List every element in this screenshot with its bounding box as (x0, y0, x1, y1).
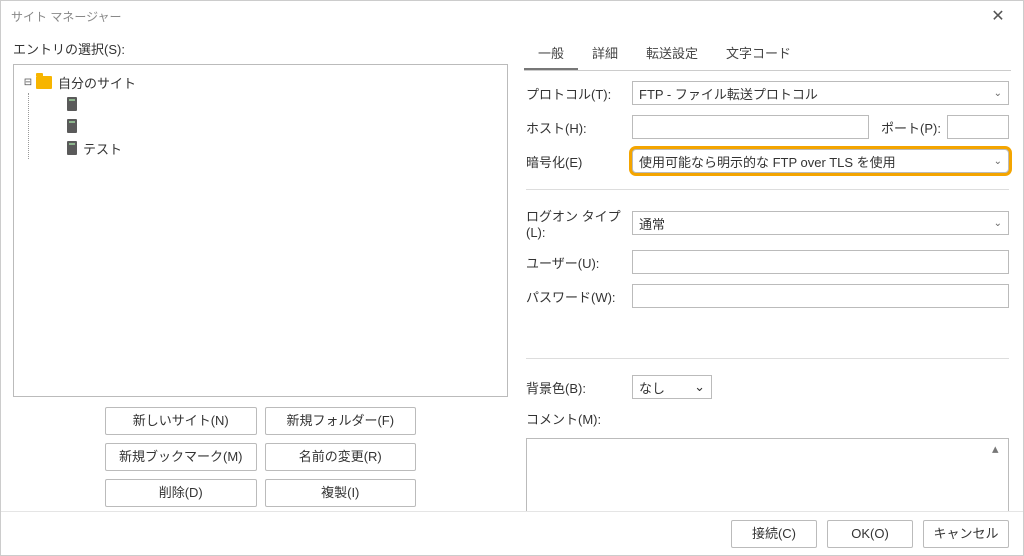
folder-icon (36, 76, 52, 89)
comment-label: コメント(M): (526, 409, 626, 428)
tree-children: テスト (28, 93, 503, 159)
close-icon[interactable]: ✕ (983, 6, 1013, 26)
tree-item[interactable] (29, 115, 503, 137)
new-site-button[interactable]: 新しいサイト(N) (105, 407, 257, 435)
new-bookmark-button[interactable]: 新規ブックマーク(M) (105, 443, 257, 471)
comment-textarea[interactable]: ▴ ▾ (526, 438, 1009, 511)
tabs: 一般 詳細 転送設定 文字コード (524, 37, 1011, 71)
tree-item[interactable]: テスト (29, 137, 503, 159)
server-icon (67, 141, 77, 155)
encryption-label: 暗号化(E) (526, 152, 626, 171)
right-panel: 一般 詳細 転送設定 文字コード プロトコル(T): FTP - ファイル転送プ… (524, 37, 1011, 507)
entry-select-label: エントリの選択(S): (13, 39, 508, 58)
tab-general[interactable]: 一般 (524, 37, 578, 70)
entry-buttons: 新しいサイト(N) 新規フォルダー(F) 新規ブックマーク(M) 名前の変更(R… (13, 397, 508, 507)
site-manager-window: サイト マネージャー ✕ エントリの選択(S): ⊟ 自分のサイト (0, 0, 1024, 556)
server-icon (67, 119, 77, 133)
host-input[interactable] (632, 115, 869, 139)
scroll-up-icon[interactable]: ▴ (992, 441, 1006, 457)
window-title: サイト マネージャー (11, 8, 983, 25)
tree-root-row[interactable]: ⊟ 自分のサイト (18, 71, 503, 93)
logon-type-select[interactable]: 通常 ⌄ (632, 211, 1009, 235)
delete-button[interactable]: 削除(D) (105, 479, 257, 507)
tab-transfer[interactable]: 転送設定 (632, 37, 712, 70)
user-label: ユーザー(U): (526, 253, 626, 272)
bgcolor-select[interactable]: なし ⌄ (632, 375, 712, 399)
tab-charset[interactable]: 文字コード (712, 37, 805, 70)
tree-item[interactable] (29, 93, 503, 115)
site-tree[interactable]: ⊟ 自分のサイト テスト (13, 64, 508, 397)
protocol-value: FTP - ファイル転送プロトコル (639, 84, 818, 103)
protocol-select[interactable]: FTP - ファイル転送プロトコル ⌄ (632, 81, 1009, 105)
protocol-label: プロトコル(T): (526, 84, 626, 103)
tab-advanced[interactable]: 詳細 (578, 37, 632, 70)
server-icon (67, 97, 77, 111)
ok-button[interactable]: OK(O) (827, 520, 913, 548)
new-folder-button[interactable]: 新規フォルダー(F) (265, 407, 417, 435)
divider (526, 189, 1009, 190)
divider (526, 358, 1009, 359)
general-form: プロトコル(T): FTP - ファイル転送プロトコル ⌄ ホスト(H): ポー… (524, 71, 1011, 511)
tree-root-label: 自分のサイト (58, 73, 136, 92)
host-label: ホスト(H): (526, 118, 626, 137)
logon-type-value: 通常 (639, 214, 665, 233)
left-panel: エントリの選択(S): ⊟ 自分のサイト (13, 37, 508, 507)
port-input[interactable] (947, 115, 1009, 139)
body: エントリの選択(S): ⊟ 自分のサイト (1, 31, 1023, 511)
connect-button[interactable]: 接続(C) (731, 520, 817, 548)
password-label: パスワード(W): (526, 287, 626, 306)
titlebar: サイト マネージャー ✕ (1, 1, 1023, 31)
bgcolor-label: 背景色(B): (526, 378, 626, 397)
encryption-value: 使用可能なら明示的な FTP over TLS を使用 (639, 152, 896, 171)
port-label: ポート(P): (881, 118, 941, 137)
password-input[interactable] (632, 284, 1009, 308)
chevron-down-icon: ⌄ (694, 379, 705, 395)
user-input[interactable] (632, 250, 1009, 274)
tree-item-label: テスト (83, 139, 122, 158)
rename-button[interactable]: 名前の変更(R) (265, 443, 417, 471)
encryption-select[interactable]: 使用可能なら明示的な FTP over TLS を使用 ⌄ (632, 149, 1009, 173)
footer: 接続(C) OK(O) キャンセル (1, 511, 1023, 555)
chevron-down-icon: ⌄ (994, 156, 1002, 167)
bgcolor-value: なし (639, 378, 665, 397)
collapse-icon[interactable]: ⊟ (22, 77, 34, 88)
duplicate-button[interactable]: 複製(I) (265, 479, 417, 507)
chevron-down-icon: ⌄ (994, 88, 1002, 99)
cancel-button[interactable]: キャンセル (923, 520, 1009, 548)
chevron-down-icon: ⌄ (994, 218, 1002, 229)
logon-type-label: ログオン タイプ(L): (526, 206, 626, 240)
